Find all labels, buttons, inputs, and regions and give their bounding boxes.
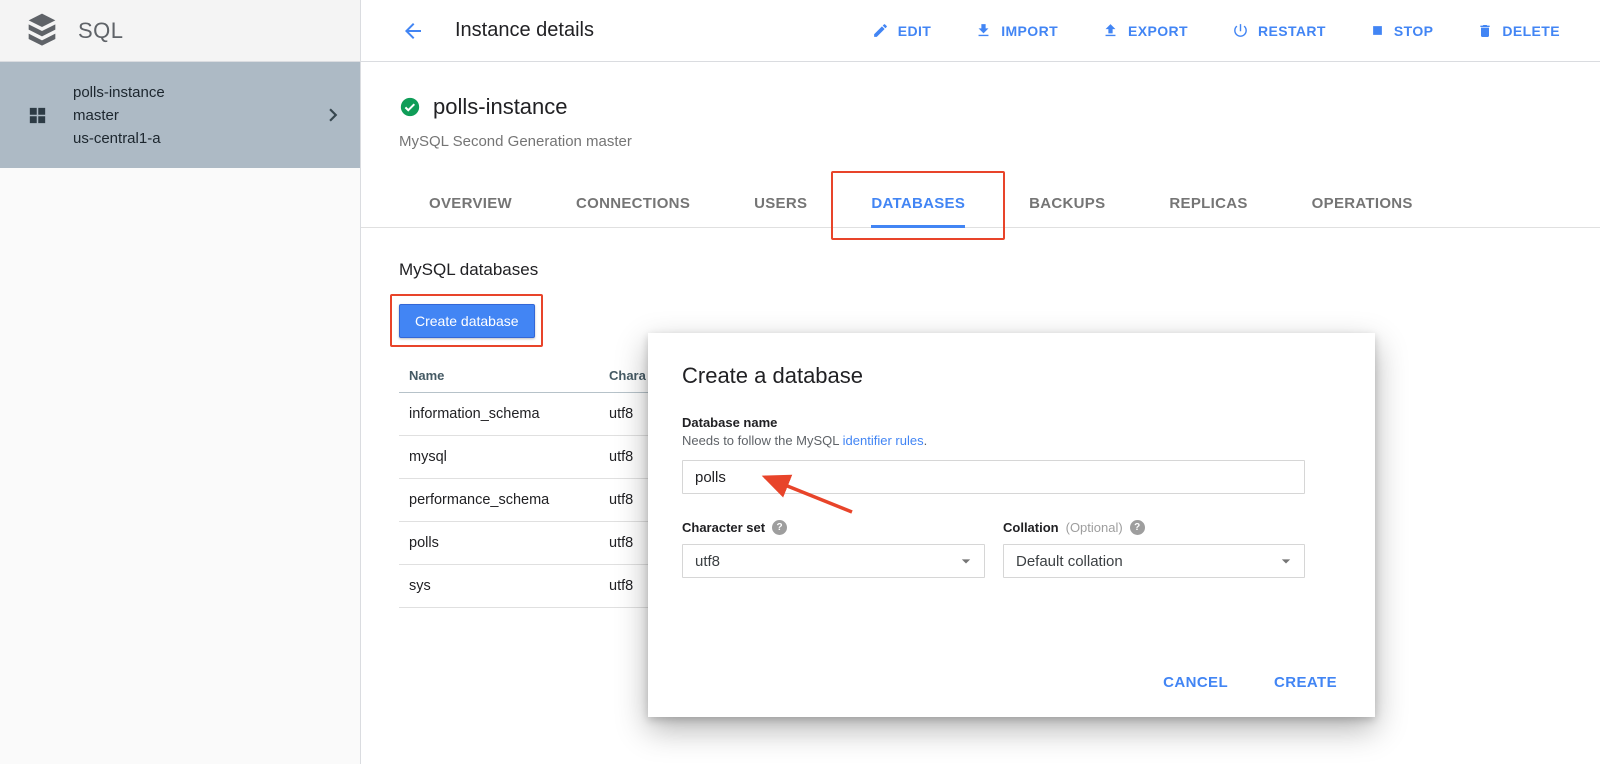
help-text-prefix: Needs to follow the MySQL	[682, 433, 843, 448]
import-icon	[975, 22, 992, 39]
column-header-name: Name	[399, 358, 599, 393]
help-text-suffix: .	[924, 433, 928, 448]
collation-optional-label: (Optional)	[1066, 520, 1123, 535]
tab-databases-label: DATABASES	[871, 195, 965, 212]
active-tab-underline	[871, 225, 965, 228]
database-name-input[interactable]	[682, 460, 1305, 494]
database-name-help: Needs to follow the MySQL identifier rul…	[682, 433, 1339, 448]
db-name-cell: mysql	[399, 436, 599, 479]
sidebar-instance-text: polls-instance master us-central1-a	[73, 81, 165, 150]
dialog-title: Create a database	[682, 363, 1339, 389]
product-logo-area: SQL	[0, 0, 361, 62]
product-name: SQL	[78, 18, 124, 44]
tab-bar: OVERVIEW CONNECTIONS USERS DATABASES BAC…	[361, 178, 1600, 228]
edit-label: EDIT	[898, 23, 932, 39]
delete-label: DELETE	[1502, 23, 1560, 39]
tab-connections[interactable]: CONNECTIONS	[576, 178, 690, 227]
help-icon[interactable]: ?	[1130, 520, 1145, 535]
cancel-button[interactable]: CANCEL	[1163, 674, 1228, 691]
grid-icon	[26, 104, 49, 127]
stop-label: STOP	[1394, 23, 1433, 39]
tab-users[interactable]: USERS	[754, 178, 807, 227]
stop-icon	[1370, 23, 1385, 38]
restart-icon	[1232, 22, 1249, 39]
sidebar-instance-item[interactable]: polls-instance master us-central1-a	[0, 62, 360, 168]
check-circle-icon	[399, 96, 421, 118]
chevron-right-icon	[320, 102, 346, 128]
collation-label: Collation (Optional) ?	[1003, 520, 1305, 535]
top-bar: SQL Instance details EDIT IMPORT EXPORT	[0, 0, 1600, 62]
section-title: MySQL databases	[399, 260, 1600, 280]
create-database-dialog: Create a database Database name Needs to…	[648, 333, 1375, 717]
database-name-label: Database name	[682, 415, 1339, 430]
page-title: Instance details	[455, 19, 594, 42]
header-main: Instance details EDIT IMPORT EXPORT REST…	[361, 0, 1600, 62]
db-name-cell: sys	[399, 565, 599, 608]
sidebar: polls-instance master us-central1-a	[0, 62, 361, 764]
db-name-cell: polls	[399, 522, 599, 565]
sidebar-instance-type: master	[73, 104, 165, 127]
header-actions: EDIT IMPORT EXPORT RESTART STOP	[872, 22, 1560, 39]
create-database-button[interactable]: Create database	[399, 304, 535, 338]
cloud-sql-logo-icon	[26, 12, 58, 50]
identifier-rules-link[interactable]: identifier rules	[843, 433, 924, 448]
stop-button[interactable]: STOP	[1370, 23, 1433, 39]
delete-button[interactable]: DELETE	[1477, 23, 1560, 39]
character-set-label: Character set ?	[682, 520, 985, 535]
db-name-cell: information_schema	[399, 393, 599, 436]
tab-backups[interactable]: BACKUPS	[1029, 178, 1105, 227]
sidebar-instance-name: polls-instance	[73, 81, 165, 104]
export-icon	[1102, 22, 1119, 39]
back-arrow-icon	[401, 19, 425, 43]
tab-overview[interactable]: OVERVIEW	[429, 178, 512, 227]
app-root: SQL Instance details EDIT IMPORT EXPORT	[0, 0, 1600, 764]
character-set-value: utf8	[695, 553, 720, 570]
instance-name: polls-instance	[433, 94, 568, 120]
tab-databases[interactable]: DATABASES	[871, 178, 965, 227]
back-button[interactable]	[401, 19, 425, 43]
import-button[interactable]: IMPORT	[975, 22, 1058, 39]
import-label: IMPORT	[1001, 23, 1058, 39]
pencil-icon	[872, 22, 889, 39]
help-icon[interactable]: ?	[772, 520, 787, 535]
db-name-cell: performance_schema	[399, 479, 599, 522]
restart-button[interactable]: RESTART	[1232, 22, 1326, 39]
dialog-actions: CANCEL CREATE	[1163, 674, 1337, 691]
character-set-select[interactable]: utf8	[682, 544, 985, 578]
export-button[interactable]: EXPORT	[1102, 22, 1188, 39]
collation-value: Default collation	[1016, 553, 1123, 570]
delete-icon	[1477, 23, 1493, 39]
create-button[interactable]: CREATE	[1274, 674, 1337, 691]
instance-subtitle: MySQL Second Generation master	[399, 133, 1600, 150]
sidebar-instance-zone: us-central1-a	[73, 127, 165, 150]
export-label: EXPORT	[1128, 23, 1188, 39]
tab-operations[interactable]: OPERATIONS	[1312, 178, 1413, 227]
tab-replicas[interactable]: REPLICAS	[1169, 178, 1247, 227]
dropdown-arrow-icon	[956, 551, 976, 571]
instance-header: polls-instance MySQL Second Generation m…	[361, 62, 1600, 150]
dropdown-arrow-icon	[1276, 551, 1296, 571]
collation-select[interactable]: Default collation	[1003, 544, 1305, 578]
restart-label: RESTART	[1258, 23, 1326, 39]
edit-button[interactable]: EDIT	[872, 22, 932, 39]
